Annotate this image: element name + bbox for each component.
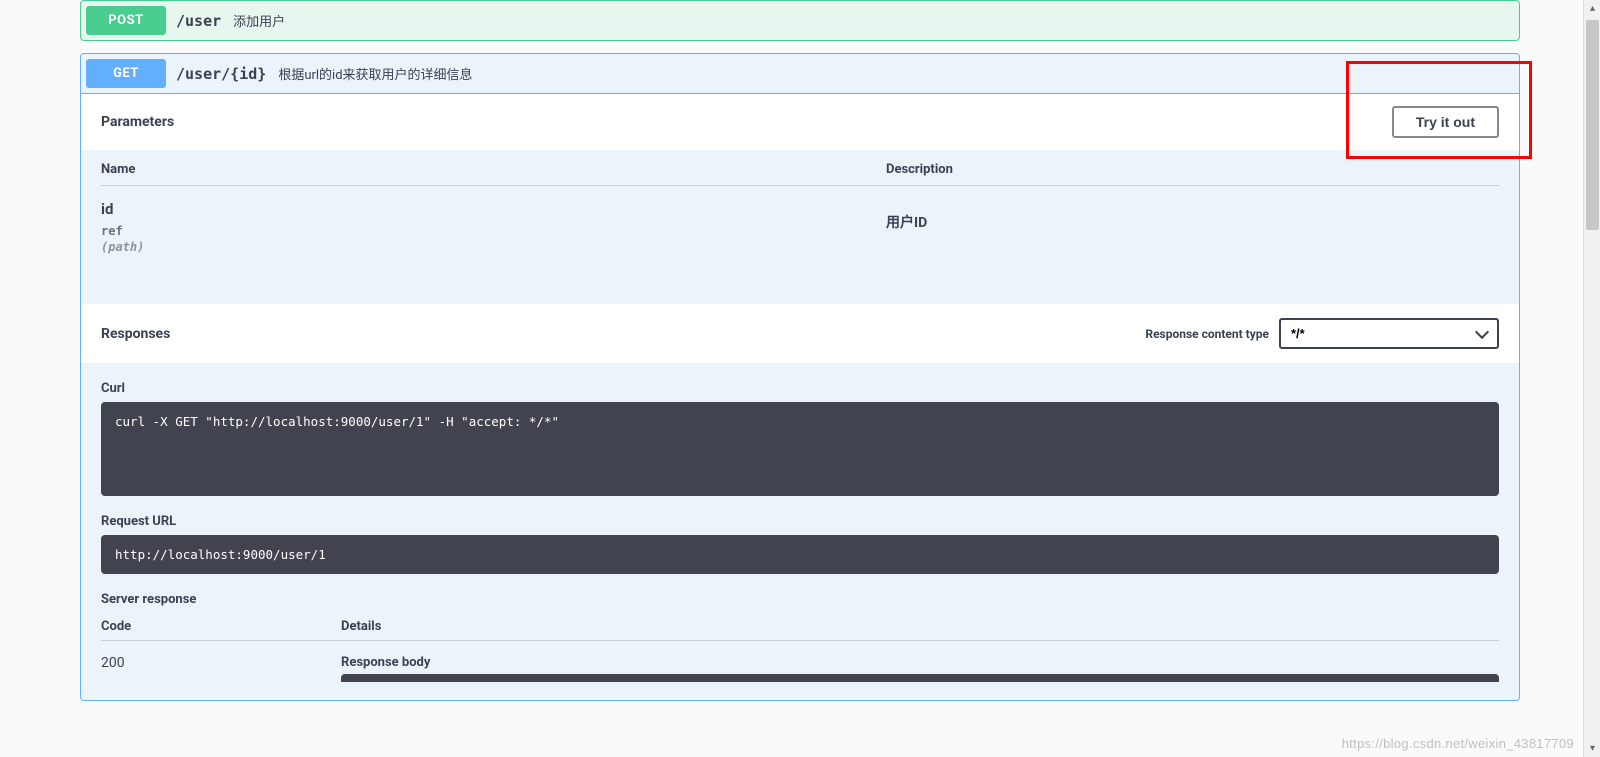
op-get-desc: 根据url的id来获取用户的详细信息 bbox=[278, 64, 472, 83]
responses-body: Curl curl -X GET "http://localhost:9000/… bbox=[81, 363, 1519, 700]
parameters-header: Parameters Try it out bbox=[81, 94, 1519, 150]
request-url: http://localhost:9000/user/1 bbox=[101, 535, 1499, 574]
param-row: id ref (path) 用户ID bbox=[101, 186, 1499, 254]
curl-command: curl -X GET "http://localhost:9000/user/… bbox=[101, 402, 1499, 496]
server-response-label: Server response bbox=[101, 592, 1499, 607]
op-get-summary[interactable]: GET /user/{id} 根据url的id来获取用户的详细信息 bbox=[80, 53, 1520, 94]
response-body-label: Response body bbox=[341, 655, 1499, 670]
op-post-summary[interactable]: POST /user 添加用户 bbox=[80, 0, 1520, 41]
parameters-heading: Parameters bbox=[101, 114, 174, 130]
param-desc: 用户ID bbox=[886, 200, 1499, 232]
watermark: https://blog.csdn.net/weixin_43817709 bbox=[1342, 736, 1574, 751]
resp-row: 200 Response body bbox=[101, 641, 1499, 682]
parameters-table: Name Description id ref (path) 用户ID bbox=[81, 150, 1519, 304]
resp-col-code: Code bbox=[101, 619, 341, 634]
content-type-label: Response content type bbox=[1145, 327, 1269, 341]
responses-header: Responses Response content type */* bbox=[81, 304, 1519, 363]
scroll-down-icon[interactable]: ▾ bbox=[1584, 740, 1600, 757]
response-body-block bbox=[341, 674, 1499, 682]
op-get-path: /user/{id} bbox=[176, 65, 266, 83]
param-name: id bbox=[101, 200, 886, 218]
param-type: ref bbox=[101, 224, 886, 238]
method-badge-post: POST bbox=[86, 6, 166, 35]
resp-code: 200 bbox=[101, 655, 341, 682]
responses-heading: Responses bbox=[101, 326, 170, 342]
op-post-desc: 添加用户 bbox=[233, 11, 285, 30]
resp-col-details: Details bbox=[341, 619, 1499, 634]
op-post-path: /user bbox=[176, 12, 221, 30]
scroll-thumb[interactable] bbox=[1586, 20, 1599, 230]
content-type-select[interactable]: */* bbox=[1279, 318, 1499, 349]
try-it-out-button[interactable]: Try it out bbox=[1392, 106, 1499, 138]
method-badge-get: GET bbox=[86, 59, 166, 88]
param-in: (path) bbox=[101, 240, 886, 254]
param-col-desc: Description bbox=[886, 162, 1499, 177]
request-url-label: Request URL bbox=[101, 514, 1499, 529]
scroll-up-icon[interactable]: ▴ bbox=[1584, 0, 1600, 17]
curl-label: Curl bbox=[101, 381, 1499, 396]
browser-scrollbar[interactable]: ▴ ▾ bbox=[1583, 0, 1600, 757]
param-col-name: Name bbox=[101, 162, 886, 177]
op-get-expanded: Parameters Try it out Name Description i… bbox=[80, 94, 1520, 701]
